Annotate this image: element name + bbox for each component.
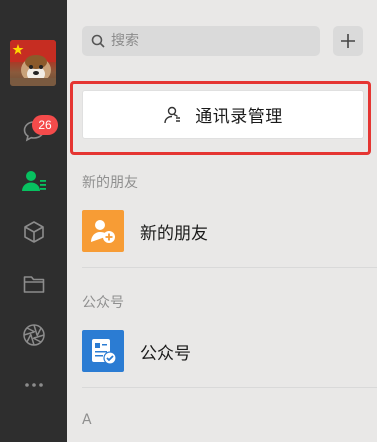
contacts-management-button[interactable]: 通讯录管理 (82, 90, 364, 139)
moments-aperture-icon[interactable] (0, 315, 67, 355)
list-item-label: 公众号 (140, 343, 191, 364)
section-header-letter-a: A (82, 412, 92, 428)
side-nav-rail: 26 (0, 0, 67, 442)
list-item-label: 新的朋友 (140, 223, 208, 244)
divider (82, 387, 377, 388)
more-dots-icon[interactable] (0, 365, 67, 405)
search-icon (89, 32, 107, 50)
avatar[interactable] (10, 40, 56, 86)
favorites-cube-icon[interactable] (0, 212, 67, 252)
section-header-new-friends: 新的朋友 (82, 175, 138, 191)
plus-icon (341, 34, 355, 48)
contacts-management-label: 通讯录管理 (195, 107, 283, 127)
wechat-window: 26 搜索 通讯录管理 新的朋友 新的朋友 公众号 公众号 A (0, 0, 377, 442)
add-contact-button[interactable] (333, 26, 363, 56)
search-input[interactable] (111, 27, 311, 55)
contacts-panel: 通讯录管理 新的朋友 新的朋友 公众号 (67, 0, 377, 442)
list-item-new-friends[interactable]: 新的朋友 (67, 200, 377, 262)
contacts-icon[interactable] (0, 161, 67, 201)
search-box[interactable] (82, 26, 320, 56)
contact-manage-icon (164, 106, 181, 123)
section-header-official-accounts: 公众号 (82, 295, 124, 311)
folder-icon[interactable] (0, 264, 67, 304)
divider (82, 267, 377, 268)
unread-count-badge: 26 (32, 115, 58, 135)
new-friend-icon (82, 210, 124, 252)
list-item-official-accounts[interactable]: 公众号 (67, 320, 377, 382)
official-account-icon (82, 330, 124, 372)
